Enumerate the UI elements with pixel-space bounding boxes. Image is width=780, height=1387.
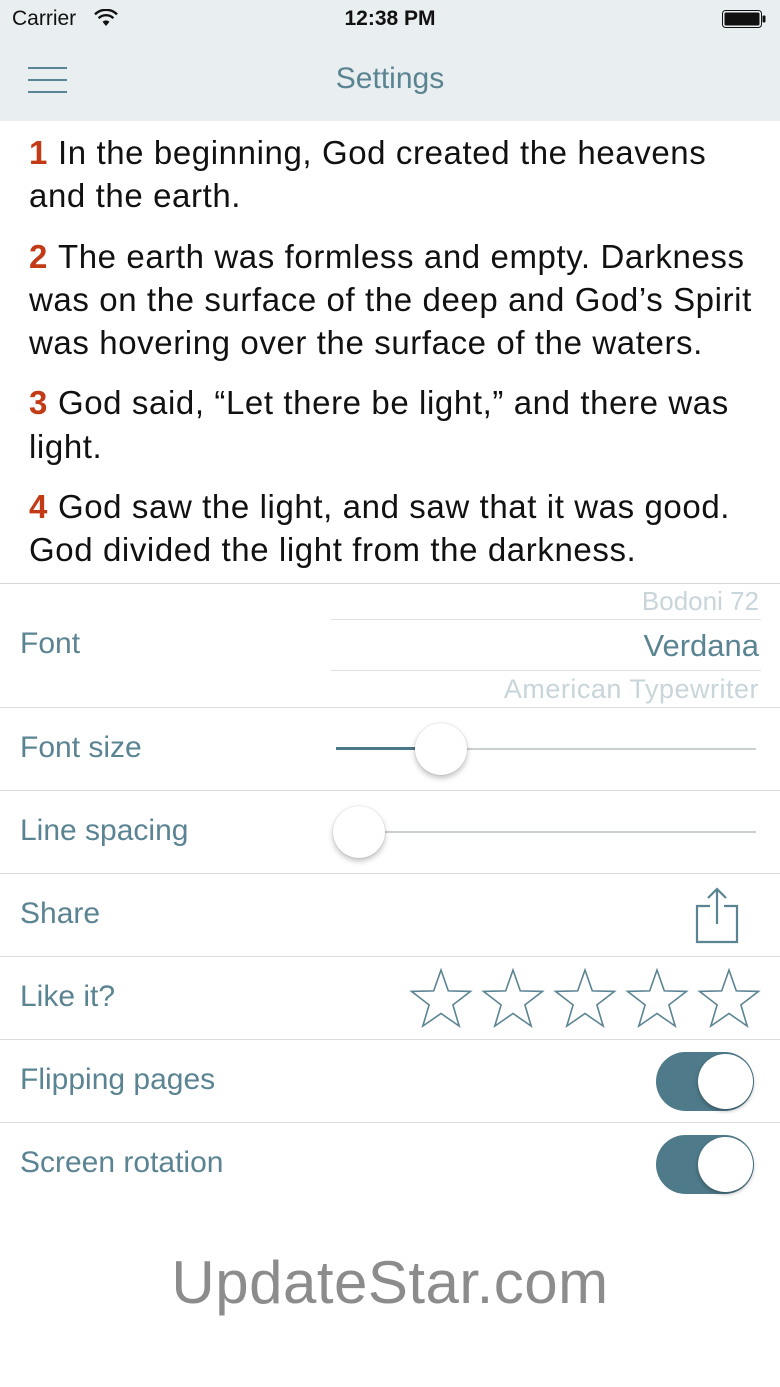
verse-text: The earth was formless and empty. Darkne… <box>29 237 752 362</box>
star-icon[interactable] <box>408 967 474 1033</box>
star-rating[interactable] <box>408 967 764 1033</box>
battery-icon <box>722 10 766 28</box>
setting-font-size-row: Font size <box>0 708 780 791</box>
verse-number: 2 <box>29 237 48 275</box>
rating-label: Like it? <box>20 980 116 1013</box>
verse-text: God said, “Let there be light,” and ther… <box>29 384 729 465</box>
verse: 3 God said, “Let there be light,” and the… <box>29 381 759 468</box>
line-spacing-label: Line spacing <box>20 814 189 847</box>
reader-preview[interactable]: 1 In the beginning, God created the heave… <box>0 121 780 583</box>
verse-text: God saw the light, and saw that it was g… <box>29 488 731 569</box>
verse-number: 3 <box>29 384 48 422</box>
setting-flipping-pages-row: Flipping pages <box>0 1040 780 1123</box>
verse: 2 The earth was formless and empty. Darkn… <box>29 235 759 365</box>
screen-rotation-label: Screen rotation <box>20 1146 224 1179</box>
flipping-pages-label: Flipping pages <box>20 1063 216 1096</box>
slider-thumb[interactable] <box>333 806 385 858</box>
setting-screen-rotation-row: Screen rotation <box>0 1123 780 1205</box>
flipping-pages-toggle[interactable] <box>656 1052 754 1111</box>
font-picker[interactable]: Bodoni 72 Verdana American Typewriter <box>331 584 761 707</box>
font-size-slider[interactable] <box>336 722 756 776</box>
line-spacing-slider[interactable] <box>333 805 756 859</box>
screen-rotation-toggle[interactable] <box>656 1135 754 1194</box>
share-icon[interactable] <box>695 886 739 944</box>
setting-rating-row: Like it? <box>0 957 780 1040</box>
picker-divider <box>331 670 761 671</box>
verse-number: 4 <box>29 488 48 526</box>
settings-list: Font Bodoni 72 Verdana American Typewrit… <box>0 584 780 1205</box>
verse-number: 1 <box>29 134 48 171</box>
star-icon[interactable] <box>552 967 618 1033</box>
verse: 4 God saw the light, and saw that it was … <box>29 485 759 572</box>
star-icon[interactable] <box>480 967 546 1033</box>
star-icon[interactable] <box>696 967 762 1033</box>
toggle-knob <box>698 1137 753 1192</box>
setting-share-row[interactable]: Share <box>0 874 780 957</box>
star-icon[interactable] <box>624 967 690 1033</box>
verse-text: In the beginning, God created the heaven… <box>29 134 707 215</box>
font-option-selected[interactable]: Verdana <box>644 628 760 664</box>
share-label: Share <box>20 897 101 930</box>
toggle-knob <box>698 1054 753 1109</box>
font-option[interactable]: Bodoni 72 <box>642 586 759 617</box>
status-bar: Carrier 12:38 PM <box>0 0 780 38</box>
status-time: 12:38 PM <box>344 7 436 30</box>
font-option[interactable]: American Typewriter <box>504 674 759 705</box>
picker-divider <box>331 619 761 620</box>
verse: 1 In the beginning, God created the heave… <box>29 121 759 218</box>
navigation-bar: Settings <box>0 38 780 121</box>
setting-line-spacing-row: Line spacing <box>0 791 780 874</box>
font-size-label: Font size <box>20 731 142 764</box>
page-title: Settings <box>335 62 445 95</box>
watermark: UpdateStar.com <box>171 1249 609 1316</box>
font-label: Font <box>20 627 81 660</box>
slider-thumb[interactable] <box>415 723 467 775</box>
slider-track <box>359 831 756 833</box>
setting-font-row: Font Bodoni 72 Verdana American Typewrit… <box>0 584 780 708</box>
